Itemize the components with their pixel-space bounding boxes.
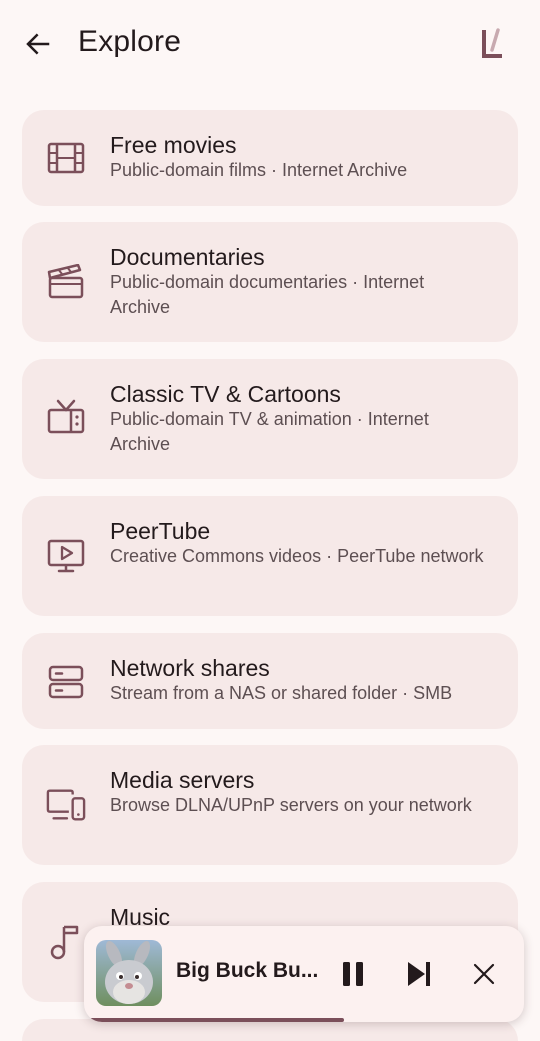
clapperboard-icon bbox=[46, 262, 86, 302]
source-title: Documentaries bbox=[110, 244, 265, 270]
app-logo-icon bbox=[476, 26, 512, 62]
source-card-free-movies[interactable]: Free movies Public-domain films · Intern… bbox=[22, 110, 518, 206]
skip-next-button[interactable] bbox=[399, 954, 439, 994]
pause-icon bbox=[343, 962, 363, 986]
mini-player[interactable]: Big Buck Bu... bbox=[84, 926, 524, 1022]
source-subtitle: Stream from a NAS or shared folder · SMB bbox=[110, 683, 453, 703]
source-card-documentaries[interactable]: Documentaries Public-domain documentarie… bbox=[22, 222, 518, 342]
close-button[interactable] bbox=[464, 954, 504, 994]
playback-progress-fill bbox=[84, 1018, 344, 1022]
pause-button[interactable] bbox=[333, 954, 373, 994]
source-card-network-shares[interactable]: Network shares Stream from a NAS or shar… bbox=[22, 633, 518, 729]
source-card-classic-tv[interactable]: Classic TV & Cartoons Public-domain TV &… bbox=[22, 359, 518, 479]
music-note-icon bbox=[46, 922, 86, 962]
source-card-next[interactable] bbox=[22, 1019, 518, 1041]
source-subtitle: Public-domain TV & animation · Internet … bbox=[110, 409, 429, 454]
close-icon bbox=[473, 963, 495, 985]
source-card-text: Network shares Stream from a NAS or shar… bbox=[110, 653, 488, 706]
source-title: Classic TV & Cartoons bbox=[110, 381, 341, 407]
track-title[interactable]: Big Buck Bu... bbox=[176, 959, 326, 983]
playback-progress-bar[interactable] bbox=[84, 1018, 524, 1022]
app-root: Explore Free movies Public-domain films … bbox=[0, 0, 540, 1041]
source-subtitle: Public-domain documentaries · Internet A… bbox=[110, 272, 425, 317]
retro-tv-icon bbox=[46, 397, 86, 437]
server-icon bbox=[46, 662, 86, 702]
source-card-text: Free movies Public-domain films · Intern… bbox=[110, 130, 488, 183]
top-app-bar: Explore bbox=[0, 0, 540, 88]
devices-icon bbox=[46, 785, 86, 825]
source-title: Free movies bbox=[110, 132, 237, 158]
source-card-peertube[interactable]: PeerTube Creative Commons videos · PeerT… bbox=[22, 496, 518, 616]
film-strip-icon bbox=[46, 138, 86, 178]
back-button[interactable] bbox=[18, 24, 58, 64]
source-card-text: Media servers Browse DLNA/UPnP servers o… bbox=[110, 765, 488, 818]
page-title: Explore bbox=[78, 25, 182, 58]
skip-next-icon bbox=[408, 962, 430, 986]
source-card-media-servers[interactable]: Media servers Browse DLNA/UPnP servers o… bbox=[22, 745, 518, 865]
source-subtitle: Browse DLNA/UPnP servers on your network bbox=[110, 795, 472, 815]
source-subtitle: Creative Commons videos · PeerTube netwo… bbox=[110, 546, 484, 566]
source-title: Network shares bbox=[110, 655, 270, 681]
source-card-text: Documentaries Public-domain documentarie… bbox=[110, 242, 488, 320]
source-card-text: Classic TV & Cartoons Public-domain TV &… bbox=[110, 379, 488, 457]
track-thumbnail[interactable] bbox=[96, 940, 162, 1006]
source-title: PeerTube bbox=[110, 518, 211, 544]
source-subtitle: Public-domain films · Internet Archive bbox=[110, 160, 408, 180]
source-title: Media servers bbox=[110, 767, 255, 793]
source-card-text: PeerTube Creative Commons videos · PeerT… bbox=[110, 516, 488, 569]
arrow-left-icon bbox=[26, 33, 50, 55]
play-monitor-icon bbox=[46, 536, 86, 576]
